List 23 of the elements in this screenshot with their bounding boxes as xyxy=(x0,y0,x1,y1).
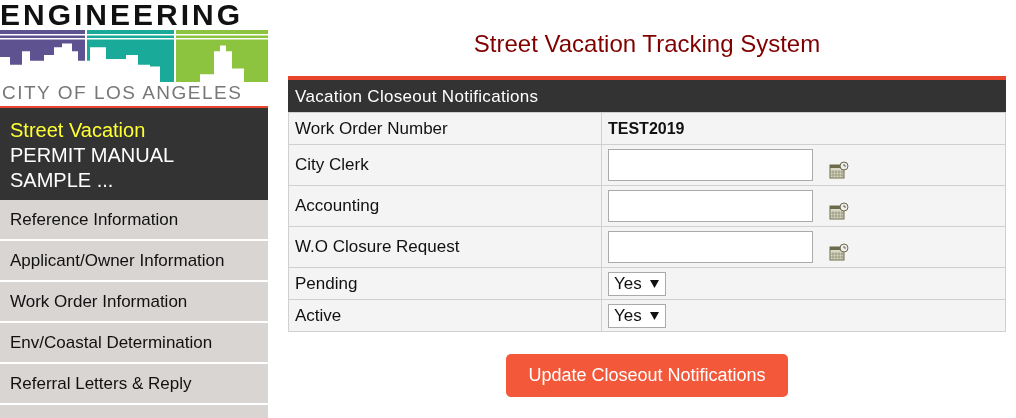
date-field[interactable] xyxy=(608,190,813,222)
logo-title: ENGINEERING xyxy=(0,0,244,30)
calendar-icon[interactable] xyxy=(829,202,849,220)
select-dropdown[interactable]: Yes xyxy=(608,271,666,296)
panel-header: Vacation Closeout Notifications xyxy=(288,80,1006,112)
field-label: Pending xyxy=(295,273,358,293)
page-title: Street Vacation Tracking System xyxy=(473,30,821,58)
field-label: City Clerk xyxy=(295,155,369,174)
field-label: Work Order Number xyxy=(295,118,448,138)
field-label: Accounting xyxy=(295,196,380,215)
caret-icon xyxy=(649,311,659,320)
select-dropdown[interactable]: Yes xyxy=(608,303,666,328)
field-label: W.O Closure Request xyxy=(295,237,460,256)
project-subheading: PERMIT MANUAL SAMPLE ... xyxy=(10,143,175,193)
work-order-value: TEST2019 xyxy=(608,119,685,137)
logo-subtitle: CITY OF LOS ANGELES xyxy=(2,82,243,104)
date-field[interactable] xyxy=(608,149,813,181)
project-heading: Street Vacation xyxy=(10,118,147,143)
field-label: Active xyxy=(295,305,342,325)
date-field[interactable] xyxy=(608,231,813,263)
calendar-icon[interactable] xyxy=(829,243,849,261)
caret-icon xyxy=(649,279,659,288)
calendar-icon[interactable] xyxy=(829,161,849,179)
